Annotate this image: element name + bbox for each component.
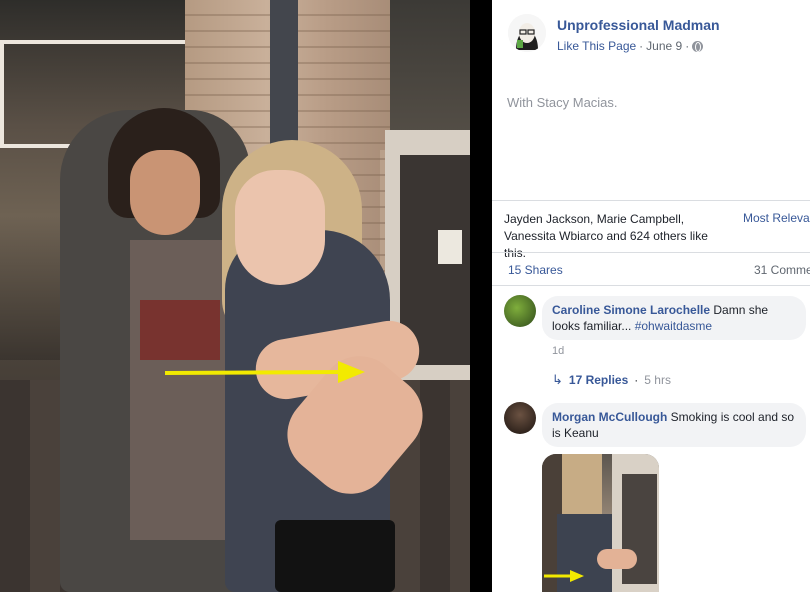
shares-link[interactable]: 15 Shares: [508, 263, 563, 277]
meta-separator: ·: [634, 373, 639, 387]
yellow-arrow: [164, 361, 365, 383]
page-name-link[interactable]: Unprofessional Madman: [557, 17, 720, 33]
comment-attached-photo[interactable]: [542, 454, 659, 592]
comments-count[interactable]: 31 Comments: [754, 263, 810, 277]
page-avatar[interactable]: [508, 14, 546, 52]
post-date[interactable]: June 9: [646, 39, 682, 53]
meta-separator: ·: [685, 39, 690, 53]
photo-panel-divider: [470, 0, 492, 592]
replies-count[interactable]: 17 Replies: [569, 373, 628, 387]
post-meta: Like This Page · June 9 ·: [557, 39, 704, 53]
door-notice: [438, 230, 462, 264]
man-face: [130, 150, 200, 235]
replies-time: 5 hrs: [644, 373, 671, 387]
comment-time[interactable]: 1d: [552, 345, 564, 357]
handbag: [275, 520, 395, 592]
comment-bubble: Morgan McCullough Smoking is cool and so…: [542, 403, 806, 447]
commenter-avatar[interactable]: [504, 295, 536, 327]
divider: [492, 252, 810, 253]
commenter-avatar[interactable]: [504, 402, 536, 434]
post-photo[interactable]: [0, 0, 470, 592]
meta-separator: ·: [639, 39, 644, 53]
comment-author-link[interactable]: Caroline Simone Larochelle: [552, 303, 710, 317]
post-caption: With Stacy Macias.: [507, 95, 618, 110]
globe-icon: [692, 40, 704, 52]
comment-author-link[interactable]: Morgan McCullough: [552, 410, 667, 424]
post-side-panel: Unprofessional Madman Like This Page · J…: [492, 0, 810, 592]
view-replies-link[interactable]: ↳ 17 Replies · 5 hrs: [552, 372, 671, 388]
reply-arrow-icon: ↳: [552, 372, 563, 387]
comment-bubble: Caroline Simone Larochelle Damn she look…: [542, 296, 806, 340]
woman-face: [235, 170, 325, 285]
divider: [492, 200, 810, 201]
sort-comments-dropdown[interactable]: Most Relevant: [743, 211, 810, 225]
likes-summary[interactable]: Jayden Jackson, Marie Campbell, Vanessit…: [504, 211, 724, 262]
like-page-link[interactable]: Like This Page: [557, 39, 636, 53]
man-shirt: [130, 240, 230, 540]
hashtag-link[interactable]: #ohwaitdasme: [635, 319, 712, 333]
shirt-print: [140, 300, 220, 360]
wall-pillar: [270, 0, 298, 150]
divider: [492, 285, 810, 286]
